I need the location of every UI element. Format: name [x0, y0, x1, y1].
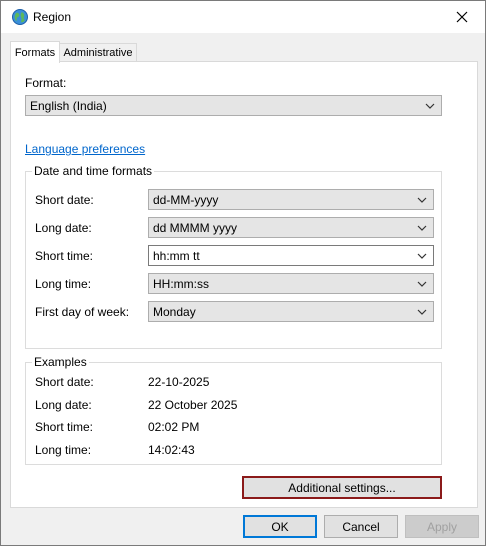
- tab-administrative[interactable]: Administrative: [59, 43, 137, 62]
- apply-label: Apply: [426, 519, 458, 534]
- short-time-label: Short time:: [35, 249, 94, 263]
- short-time-dropdown[interactable]: hh:mm tt: [148, 245, 434, 266]
- language-preferences-link[interactable]: Language preferences: [25, 142, 145, 156]
- chevron-down-icon: [417, 253, 427, 259]
- example-short-date-value: 22-10-2025: [148, 375, 210, 389]
- ok-label: OK: [271, 519, 289, 534]
- example-short-time-value: 02:02 PM: [148, 420, 200, 434]
- formats-panel: Format: English (India) Language prefere…: [10, 61, 478, 508]
- examples-group: Examples Short date: 22-10-2025 Long dat…: [25, 355, 442, 465]
- first-day-of-week-label: First day of week:: [35, 305, 130, 319]
- long-time-value: HH:mm:ss: [153, 277, 209, 291]
- apply-button[interactable]: Apply: [405, 515, 479, 538]
- globe-icon: [12, 9, 28, 25]
- long-date-value: dd MMMM yyyy: [153, 221, 237, 235]
- example-long-date-label: Long date:: [35, 398, 92, 412]
- window-title: Region: [33, 10, 72, 24]
- region-dialog: Region Formats Administrative Format: En…: [0, 0, 486, 546]
- format-label: Format:: [25, 76, 67, 90]
- format-dropdown[interactable]: English (India): [25, 95, 442, 116]
- short-time-value: hh:mm tt: [153, 249, 200, 263]
- short-date-label: Short date:: [35, 193, 94, 207]
- date-time-formats-title: Date and time formats: [32, 164, 155, 178]
- tab-formats-label: Formats: [14, 46, 56, 59]
- chevron-down-icon: [417, 281, 427, 287]
- long-time-label: Long time:: [35, 277, 92, 291]
- first-day-of-week-value: Monday: [153, 305, 196, 319]
- long-date-dropdown[interactable]: dd MMMM yyyy: [148, 217, 434, 238]
- tab-formats[interactable]: Formats: [10, 41, 60, 63]
- format-value: English (India): [30, 99, 107, 113]
- chevron-down-icon: [417, 225, 427, 231]
- close-icon: [456, 11, 468, 23]
- example-long-date-value: 22 October 2025: [148, 398, 238, 412]
- close-button[interactable]: [439, 1, 485, 33]
- short-date-dropdown[interactable]: dd-MM-yyyy: [148, 189, 434, 210]
- long-time-dropdown[interactable]: HH:mm:ss: [148, 273, 434, 294]
- example-short-date-label: Short date:: [35, 375, 94, 389]
- example-long-time-label: Long time:: [35, 443, 92, 457]
- cancel-label: Cancel: [342, 519, 380, 534]
- examples-title: Examples: [32, 355, 89, 369]
- short-date-value: dd-MM-yyyy: [153, 193, 219, 207]
- long-date-label: Long date:: [35, 221, 92, 235]
- title-bar: Region: [1, 1, 485, 33]
- chevron-down-icon: [425, 103, 435, 109]
- first-day-of-week-dropdown[interactable]: Monday: [148, 301, 434, 322]
- cancel-button[interactable]: Cancel: [324, 515, 398, 538]
- additional-settings-button[interactable]: Additional settings...: [242, 476, 442, 499]
- chevron-down-icon: [417, 309, 427, 315]
- additional-settings-label: Additional settings...: [288, 480, 396, 495]
- example-long-time-value: 14:02:43: [148, 443, 195, 457]
- example-short-time-label: Short time:: [35, 420, 94, 434]
- date-time-formats-group: Date and time formats Short date: dd-MM-…: [25, 164, 442, 349]
- chevron-down-icon: [417, 197, 427, 203]
- ok-button[interactable]: OK: [243, 515, 317, 538]
- tab-administrative-label: Administrative: [63, 47, 133, 59]
